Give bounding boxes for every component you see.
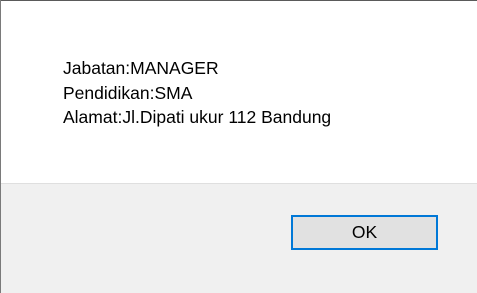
- ok-button[interactable]: OK: [291, 215, 438, 250]
- message-line-pendidikan: Pendidikan:SMA: [63, 82, 193, 103]
- message-line-jabatan: Jabatan:MANAGER: [63, 58, 219, 78]
- message-line-alamat: Alamat:Jl.Dipati ukur 112 Bandung: [63, 107, 332, 127]
- dialog-message: Jabatan:MANAGER Pendidikan:SMA Alamat:Jl…: [63, 56, 331, 130]
- message-dialog: Jabatan:MANAGER Pendidikan:SMA Alamat:Jl…: [0, 0, 477, 293]
- dialog-top-border: [1, 0, 477, 1]
- ok-button-label: OK: [351, 222, 378, 242]
- dialog-button-bar: OK: [1, 183, 477, 293]
